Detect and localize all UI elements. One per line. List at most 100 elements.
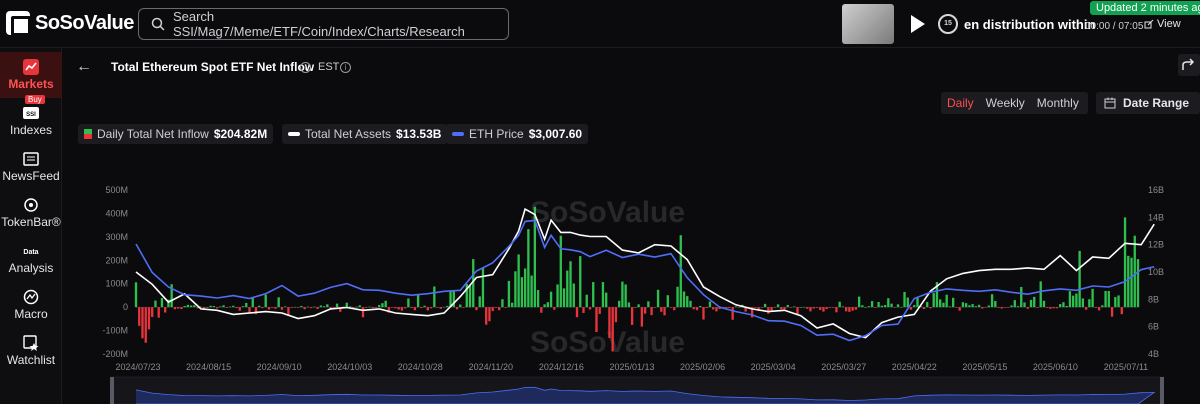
inflow-bar [1049,307,1052,309]
inflow-bar [867,306,871,308]
inflow-bar [523,268,527,308]
inflow-bar [786,305,789,308]
legend-daily-inflow[interactable]: Daily Total Net Inflow $204.82M [78,124,274,144]
inflow-bar [763,303,767,308]
back-arrow-icon[interactable]: ← [76,58,92,76]
x-axis-label: 2025/06/10 [1033,362,1078,372]
sidebar-item-newsfeed[interactable]: NewsFeed [0,144,62,190]
inflow-bar [1042,300,1046,308]
inflow-bar [1046,307,1049,308]
inflow-bar [906,297,909,308]
inflow-bar [209,305,212,308]
price-line-swatch-icon [452,132,464,136]
inflow-bar [439,307,442,309]
inflow-bar [728,307,731,309]
inflow-bar [598,307,601,314]
top-bar: SoSoValue Search SSI/Mag7/Meme/ETF/Coin/… [0,0,1200,48]
inflow-bar [1127,255,1130,308]
inflow-bar [549,291,553,308]
inflow-bar [416,294,420,308]
inflow-bar [485,307,488,325]
tab-weekly[interactable]: Weekly [980,96,1031,110]
inflow-bar [1000,307,1003,309]
inflow-bar [206,307,209,308]
inflow-bar [961,302,965,308]
inflow-bar [355,306,358,308]
inflow-bar [783,307,786,310]
inflow-bar [699,305,702,308]
legend-net-assets[interactable]: Total Net Assets $13.53B [282,124,448,144]
logo-mark-icon [6,11,31,36]
inflow-bar [378,305,381,308]
inflow-bar [222,305,225,308]
share-button[interactable] [1178,54,1200,76]
inflow-bar [841,306,845,308]
sidebar-item-analysis[interactable]: Data Analysis [0,236,62,282]
inflow-bar [870,301,874,308]
inflow-bar [1120,307,1123,315]
inflow-bar [540,307,543,313]
inflow-bar [1107,290,1110,308]
right-axis-tick: 4B [1148,349,1159,359]
inflow-bar [637,304,640,308]
inflow-bar [478,296,481,308]
inflow-bar [643,307,647,314]
inflow-bar [442,306,446,308]
inflow-bar [887,298,890,308]
inflow-bar [1020,286,1023,308]
search-input[interactable]: Search SSI/Mag7/Meme/ETF/Coin/Index/Char… [138,8,509,40]
inflow-bar [403,307,407,309]
inflow-bar [300,305,303,308]
legend-label: Total Net Assets [305,127,392,141]
inflow-bar [686,296,689,308]
sidebar-item-tokenbar[interactable]: TokenBar® [0,190,62,236]
inflow-bar [371,307,374,309]
inflow-bar [212,305,215,308]
x-axis-label: 2025/02/06 [680,362,725,372]
inflow-bar [942,302,945,308]
sidebar-item-markets[interactable]: Markets [0,52,62,98]
inflow-bar [955,307,958,308]
inflow-bar [160,298,164,308]
timezone-info-icon[interactable]: i [340,62,351,73]
inflow-bar [306,306,310,308]
inflow-bar [832,307,835,308]
inflow-bar [546,302,549,308]
inflow-bar [844,307,848,312]
data-icon: Data [23,249,38,256]
sidebar-label: NewsFeed [2,169,60,183]
skip-forward-icon[interactable]: 15 [938,14,958,34]
x-axis-label: 2024/07/23 [115,362,160,372]
info-icon[interactable]: i [300,62,311,73]
sidebar-item-macro[interactable]: Macro [0,282,62,328]
sidebar-item-watchlist[interactable]: Watchlist [0,328,62,374]
inflow-bar [429,307,433,309]
sidebar-item-indexes[interactable]: SSI Buy Indexes [0,95,62,144]
legend-eth-price[interactable]: ETH Price $3,007.60 [446,124,589,144]
tab-monthly[interactable]: Monthly [1031,96,1085,110]
inflow-bar [712,307,715,310]
play-icon[interactable] [906,13,928,35]
inflow-bar [1133,235,1136,308]
inflow-bar [381,303,384,308]
timezone-label: EST [318,61,340,73]
tab-daily[interactable]: Daily [941,96,980,110]
inflow-bar [660,307,663,312]
inflow-bar [384,300,387,308]
date-range-button[interactable]: Date Range [1096,92,1200,114]
inflow-bar [715,307,718,312]
inflow-bar [1088,299,1091,308]
inflow-bar [322,306,326,308]
inflow-bar [1097,307,1101,311]
player-thumbnail[interactable] [842,4,894,44]
inflow-bar [579,256,582,308]
inflow-bar [488,307,491,322]
inflow-bar [277,297,280,308]
inflow-bar [1062,302,1065,308]
inflow-bar [647,301,650,308]
inflow-bar [514,271,517,308]
view-button[interactable]: View [1144,18,1181,30]
inflow-chart[interactable]: 500M 400M 300M 200M 100M 0 -100M -200M 16B 14B 12… [62,178,1200,404]
app-logo[interactable]: SoSoValue [6,11,134,36]
inflow-bar [692,307,695,310]
